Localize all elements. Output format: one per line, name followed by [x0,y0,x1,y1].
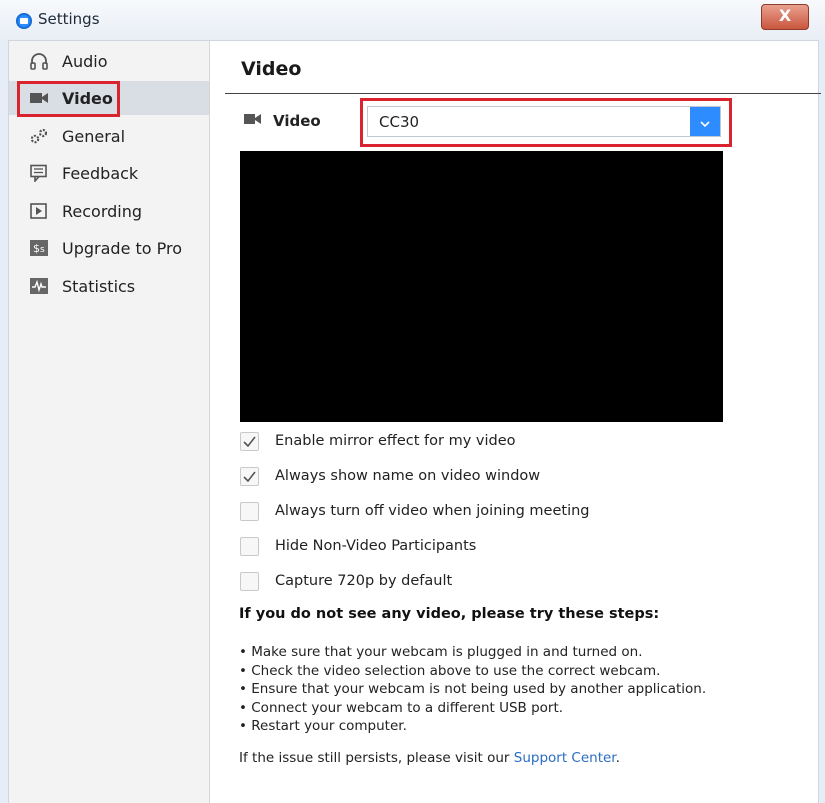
sidebar: Audio Video General Feedback Recording $… [9,41,210,803]
video-preview [240,151,723,422]
app-icon [16,13,32,29]
window-frame-right [818,40,825,803]
sidebar-item-label: Recording [62,201,143,221]
option-turn-off-video[interactable]: Always turn off video when joining meeti… [240,500,590,522]
sidebar-item-label: Audio [62,51,108,71]
statistics-icon [29,277,49,295]
video-camera-icon [243,112,263,130]
help-step: • Check the video selection above to use… [239,662,661,679]
checkbox-checked[interactable] [240,431,259,451]
sidebar-item-feedback[interactable]: Feedback [9,156,209,190]
headphones-icon [29,52,49,70]
divider [225,93,821,94]
help-step: • Restart your computer. [239,718,407,734]
camera-label-text: Video [273,112,321,130]
option-hide-non-video[interactable]: Hide Non-Video Participants [240,535,476,557]
support-center-link[interactable]: Support Center [514,750,616,766]
sidebar-item-label: Upgrade to Pro [62,238,183,258]
sidebar-item-recording[interactable]: Recording [9,194,209,228]
sidebar-item-statistics[interactable]: Statistics [9,269,209,303]
sidebar-item-general[interactable]: General [9,119,209,153]
option-label: Enable mirror effect for my video [275,433,516,449]
upgrade-dollar-icon: $ s [29,239,49,257]
option-label: Capture 720p by default [275,573,453,589]
page-title: Video [241,58,302,80]
option-show-name[interactable]: Always show name on video window [240,465,540,487]
highlight-box-camera-select [360,98,732,147]
title-bar: Settings X [0,0,825,41]
checkbox-unchecked[interactable] [240,501,259,521]
camera-select-label: Video [243,112,321,130]
footer-suffix: . [615,750,620,766]
highlight-box-video-tab [17,81,120,117]
help-heading: If you do not see any video, please try … [239,606,660,622]
sidebar-item-label: Statistics [62,276,136,296]
window-title: Settings [38,10,100,28]
help-step: • Make sure that your webcam is plugged … [239,644,643,660]
recording-icon [29,202,49,220]
gears-icon [29,127,49,145]
close-button[interactable]: X [761,4,809,30]
svg-text:s: s [40,245,45,255]
option-mirror-effect[interactable]: Enable mirror effect for my video [240,430,516,452]
option-label: Hide Non-Video Participants [275,538,477,554]
svg-text:$: $ [33,242,40,255]
help-step: • Ensure that your webcam is not being u… [239,681,707,697]
help-steps: • Make sure that your webcam is plugged … [239,643,706,736]
option-capture-720p[interactable]: Capture 720p by default [240,570,452,592]
option-label: Always show name on video window [275,468,541,484]
feedback-icon [29,164,49,182]
option-label: Always turn off video when joining meeti… [275,503,590,519]
checkbox-unchecked[interactable] [240,536,259,556]
window-frame-left [0,40,9,803]
help-step: • Connect your webcam to a different USB… [239,699,564,716]
sidebar-item-label: General [62,126,126,146]
support-footer: If the issue still persists, please visi… [239,750,620,766]
footer-text: If the issue still persists, please visi… [239,750,514,766]
checkbox-unchecked[interactable] [240,571,259,591]
sidebar-item-audio[interactable]: Audio [9,44,209,78]
sidebar-item-label: Feedback [62,163,139,183]
checkbox-checked[interactable] [240,466,259,486]
sidebar-item-upgrade[interactable]: $ s Upgrade to Pro [9,231,209,265]
